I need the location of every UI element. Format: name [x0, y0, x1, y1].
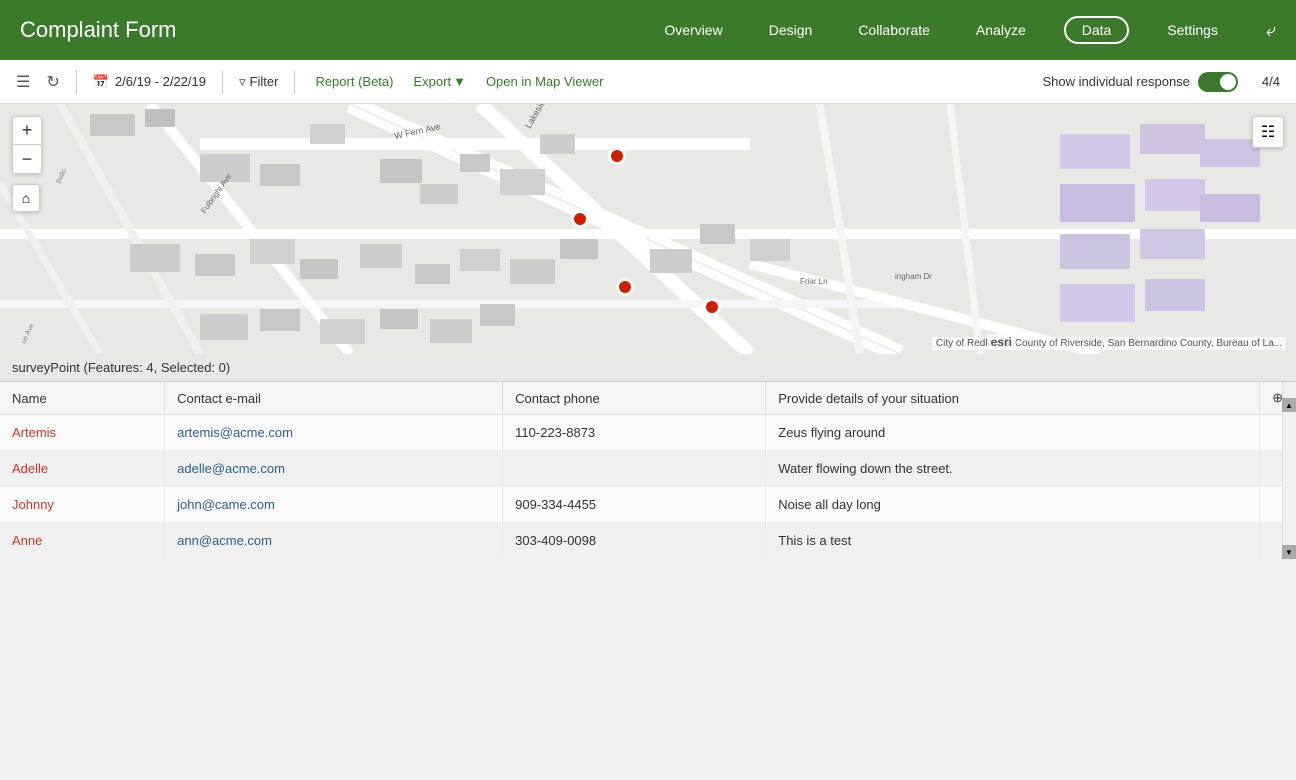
- col-email: Contact e-mail: [165, 382, 503, 415]
- toolbar: ☰ ↻ 📅 2/6/19 - 2/22/19 ▿ Filter Report (…: [0, 60, 1296, 104]
- report-button[interactable]: Report (Beta): [311, 74, 397, 89]
- cell-phone: [503, 451, 766, 487]
- svg-text:Friar Ln: Friar Ln: [800, 277, 828, 286]
- export-label[interactable]: Export: [413, 74, 451, 89]
- map-svg: W Fern Ave Lakeside Ave Fulbright Ave Be…: [0, 104, 1296, 354]
- scroll-down-button[interactable]: ▼: [1282, 545, 1296, 559]
- cell-phone: 110-223-8873: [503, 415, 766, 451]
- cell-email: ann@acme.com: [165, 523, 503, 559]
- map-home-button[interactable]: ⌂: [12, 184, 40, 212]
- table-row[interactable]: Adelle adelle@acme.com Water flowing dow…: [0, 451, 1296, 487]
- col-name: Name: [0, 382, 165, 415]
- export-chevron-icon: ▼: [453, 74, 466, 89]
- map-layer-button[interactable]: ☷: [1252, 116, 1284, 148]
- cell-name: Adelle: [0, 451, 165, 487]
- show-response-control: Show individual response 4/4: [1042, 72, 1280, 92]
- show-response-toggle[interactable]: [1198, 72, 1238, 92]
- data-table-container: surveyPoint (Features: 4, Selected: 0) N…: [0, 354, 1296, 559]
- zoom-out-button[interactable]: −: [13, 145, 41, 173]
- cell-details: Noise all day long: [766, 487, 1260, 523]
- toolbar-divider-2: [222, 70, 223, 94]
- cell-email: john@came.com: [165, 487, 503, 523]
- refresh-icon[interactable]: ↻: [46, 72, 59, 92]
- table-subtitle: surveyPoint (Features: 4, Selected: 0): [0, 354, 1296, 382]
- response-count: 4/4: [1262, 74, 1280, 89]
- table-header-row: Name Contact e-mail Contact phone Provid…: [0, 382, 1296, 415]
- toolbar-divider-1: [76, 70, 77, 94]
- nav-settings[interactable]: Settings: [1159, 18, 1226, 42]
- date-range-label[interactable]: 2/6/19 - 2/22/19: [115, 74, 206, 89]
- share-icon[interactable]: ⤶: [1266, 20, 1276, 41]
- filter-icon: ▿: [239, 74, 246, 90]
- map-attribution: City of Redlands, County of Riverside, S…: [932, 337, 1286, 350]
- table-row[interactable]: Artemis artemis@acme.com 110-223-8873 Ze…: [0, 415, 1296, 451]
- table-row[interactable]: Johnny john@came.com 909-334-4455 Noise …: [0, 487, 1296, 523]
- nav-design[interactable]: Design: [761, 18, 821, 42]
- map-area[interactable]: W Fern Ave Lakeside Ave Fulbright Ave Be…: [0, 104, 1296, 354]
- menu-icon[interactable]: ☰: [16, 72, 30, 92]
- cell-phone: 909-334-4455: [503, 487, 766, 523]
- table-wrapper: Name Contact e-mail Contact phone Provid…: [0, 382, 1296, 559]
- nav-analyze[interactable]: Analyze: [968, 18, 1034, 42]
- col-details: Provide details of your situation: [766, 382, 1260, 415]
- scroll-track: ▲ ▼: [1282, 382, 1296, 559]
- cell-name: Anne: [0, 523, 165, 559]
- data-table: Name Contact e-mail Contact phone Provid…: [0, 382, 1296, 559]
- nav-overview[interactable]: Overview: [656, 18, 730, 42]
- esri-logo: esri: [987, 334, 1016, 350]
- cell-name: Johnny: [0, 487, 165, 523]
- calendar-icon: 📅: [93, 74, 109, 90]
- filter-button[interactable]: ▿ Filter: [239, 74, 278, 90]
- svg-text:ingham Dr: ingham Dr: [895, 272, 932, 281]
- map-zoom-controls: + −: [12, 116, 42, 174]
- toolbar-divider-3: [294, 70, 295, 94]
- cell-email: adelle@acme.com: [165, 451, 503, 487]
- nav-data[interactable]: Data: [1064, 16, 1130, 44]
- table-row[interactable]: Anne ann@acme.com 303-409-0098 This is a…: [0, 523, 1296, 559]
- cell-details: Water flowing down the street.: [766, 451, 1260, 487]
- main-nav: Overview Design Collaborate Analyze Data…: [656, 16, 1276, 44]
- scroll-up-button[interactable]: ▲: [1282, 398, 1296, 412]
- nav-collaborate[interactable]: Collaborate: [850, 18, 938, 42]
- cell-phone: 303-409-0098: [503, 523, 766, 559]
- app-title: Complaint Form: [20, 17, 176, 43]
- date-range-selector[interactable]: 📅 2/6/19 - 2/22/19: [93, 74, 206, 90]
- cell-name: Artemis: [0, 415, 165, 451]
- cell-details: This is a test: [766, 523, 1260, 559]
- map-viewer-button[interactable]: Open in Map Viewer: [482, 74, 608, 89]
- cell-email: artemis@acme.com: [165, 415, 503, 451]
- filter-label[interactable]: Filter: [250, 74, 279, 89]
- app-header: Complaint Form Overview Design Collabora…: [0, 0, 1296, 60]
- cell-details: Zeus flying around: [766, 415, 1260, 451]
- export-button[interactable]: Export ▼: [413, 74, 465, 89]
- zoom-in-button[interactable]: +: [13, 117, 41, 145]
- show-response-label: Show individual response: [1042, 74, 1189, 89]
- col-phone: Contact phone: [503, 382, 766, 415]
